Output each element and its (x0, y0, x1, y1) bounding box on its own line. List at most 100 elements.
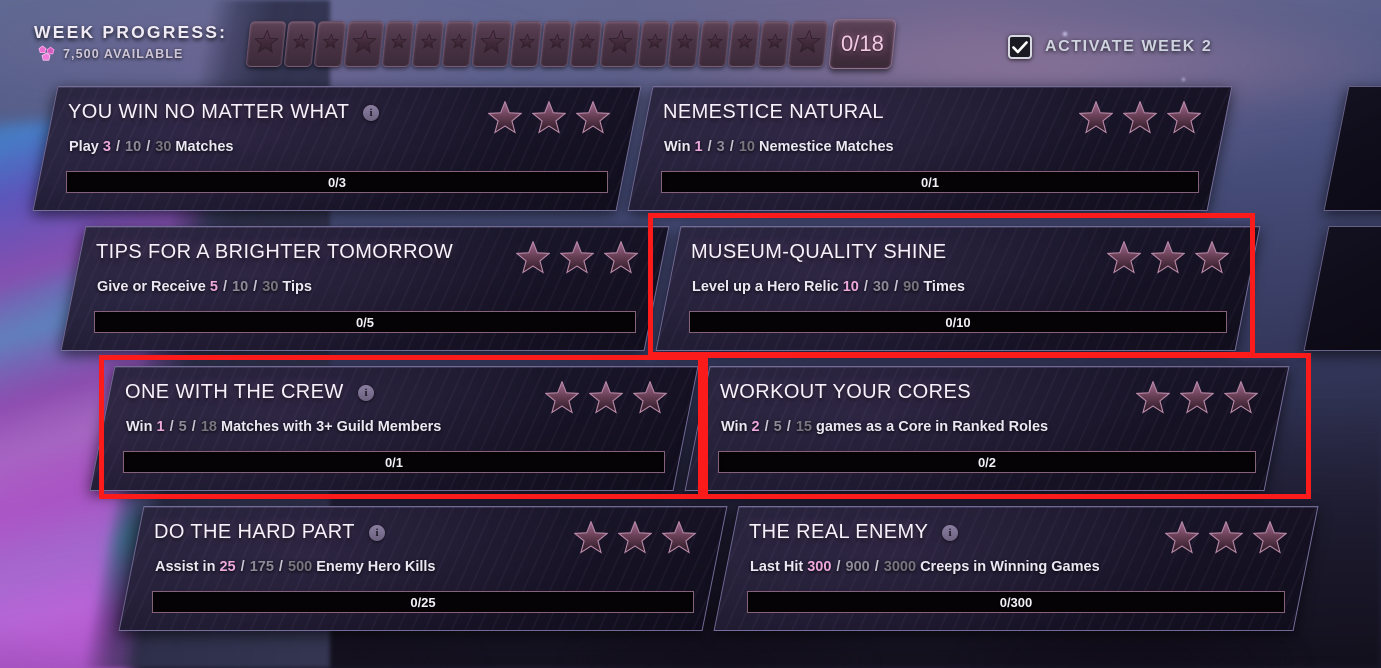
star-icon (1135, 380, 1171, 420)
quest-description: Assist in 25 / 175 / 500 Enemy Hero Kill… (155, 559, 436, 575)
desc-suffix: games as a Core in Ranked Roles (811, 419, 1049, 435)
quest-card[interactable]: WORKOUT YOUR CORES Win 2 / 5 / 15 games a… (684, 366, 1290, 491)
quest-progress-text: 0/3 (327, 174, 347, 190)
quest-card[interactable]: DO THE HARD PART i Assist in 25 / 175 / 50… (118, 506, 728, 631)
desc-suffix: Nemestice Matches (754, 139, 894, 155)
quest-card[interactable]: ONE WITH THE CREW i Win 1 / 5 / 18 Matches… (89, 366, 699, 491)
quest-progress-text: 0/2 (977, 454, 997, 470)
star-icon (661, 520, 697, 560)
star-icon (632, 380, 668, 420)
quest-tier-2-value: 10 (232, 279, 249, 295)
quest-description: Win 1 / 5 / 18 Matches with 3+ Guild Mem… (126, 419, 442, 435)
desc-prefix: Play (69, 139, 103, 155)
star-icon (573, 520, 609, 560)
quest-progress-bar: 0/10 (689, 311, 1227, 333)
quest-tier-3-value: 500 (288, 559, 313, 575)
desc-prefix: Assist in (155, 559, 220, 575)
quest-card[interactable]: THE REAL ENEMY i Last Hit 300 / 900 / 3000… (713, 506, 1319, 631)
quest-description: Win 2 / 5 / 15 games as a Core in Ranked… (721, 419, 1049, 435)
desc-prefix: Level up a Hero Relic (692, 279, 843, 295)
quest-star-rating (487, 100, 611, 140)
quest-tier-2-value: 3 (716, 139, 725, 155)
quest-tier-2-value: 5 (178, 419, 187, 435)
quest-tier-3-value: 90 (903, 279, 920, 295)
star-icon (588, 380, 624, 420)
quest-tier-2-value: 10 (125, 139, 142, 155)
quest-card[interactable]: TIPS FOR A BRIGHTER TOMORROW Give or Rece… (60, 226, 670, 351)
quest-progress-bar: 0/2 (718, 451, 1256, 473)
quest-star-rating (573, 520, 697, 560)
star-icon (1179, 380, 1215, 420)
quest-card[interactable]: MUSEUM-QUALITY SHINE Level up a Hero Reli… (655, 226, 1261, 351)
star-icon (1078, 100, 1114, 140)
quest-tier-1-value: 25 (219, 559, 236, 575)
quest-title: WORKOUT YOUR CORES (720, 381, 971, 403)
desc-suffix: Matches (171, 139, 234, 155)
desc-prefix: Win (721, 419, 752, 435)
quest-progress-bar: 0/1 (661, 171, 1199, 193)
quest-description: Give or Receive 5 / 10 / 30 Tips (97, 279, 312, 295)
quest-tier-2-value: 900 (845, 559, 870, 575)
star-icon (1164, 520, 1200, 560)
star-icon (1223, 380, 1259, 420)
quest-title: NEMESTICE NATURAL (663, 101, 884, 123)
quest-description: Last Hit 300 / 900 / 3000 Creeps in Winn… (750, 559, 1100, 575)
quest-tier-3-value: 30 (262, 279, 279, 295)
quest-star-rating (1078, 100, 1202, 140)
star-icon (487, 100, 523, 140)
info-icon[interactable]: i (369, 525, 385, 541)
star-icon (1166, 100, 1202, 140)
quest-card[interactable]: NEMESTICE NATURAL Win 1 / 3 / 10 Nemestic… (627, 86, 1233, 211)
star-icon (559, 240, 595, 280)
star-icon (1150, 240, 1186, 280)
quest-progress-text: 0/25 (410, 594, 436, 610)
quest-tier-3-value: 3000 (883, 559, 917, 575)
quest-progress-bar: 0/25 (152, 591, 694, 613)
desc-suffix: Enemy Hero Kills (312, 559, 436, 575)
quest-description: Level up a Hero Relic 10 / 30 / 90 Times (692, 279, 965, 295)
quest-star-rating (515, 240, 639, 280)
quest-progress-text: 0/1 (920, 174, 940, 190)
desc-prefix: Win (126, 419, 157, 435)
quest-progress-bar: 0/300 (747, 591, 1285, 613)
quest-star-rating (1164, 520, 1288, 560)
star-icon (515, 240, 551, 280)
star-icon (617, 520, 653, 560)
star-icon (575, 100, 611, 140)
desc-suffix: Tips (278, 279, 312, 295)
quest-tier-1-value: 3 (102, 139, 111, 155)
quest-tier-2-value: 175 (249, 559, 274, 575)
quest-progress-text: 0/10 (945, 314, 971, 330)
quest-star-rating (1135, 380, 1259, 420)
star-icon (1194, 240, 1230, 280)
quest-star-rating (1106, 240, 1230, 280)
desc-prefix: Last Hit (750, 559, 808, 575)
quest-card[interactable]: YOU WIN NO MATTER WHAT i Play 3 / 10 / 30 … (32, 86, 642, 211)
desc-suffix: Matches with 3+ Guild Members (216, 419, 442, 435)
quest-tier-3-value: 18 (200, 419, 217, 435)
quest-tier-1-value: 2 (751, 419, 760, 435)
star-icon (1122, 100, 1158, 140)
quest-progress-bar: 0/3 (66, 171, 608, 193)
quest-tier-1-value: 5 (209, 279, 218, 295)
desc-suffix: Creeps in Winning Games (916, 559, 1100, 575)
quest-progress-bar: 0/1 (123, 451, 665, 473)
star-icon (1106, 240, 1142, 280)
info-icon[interactable]: i (942, 525, 958, 541)
star-icon (1208, 520, 1244, 560)
star-icon (603, 240, 639, 280)
quest-tier-2-value: 30 (872, 279, 890, 295)
info-icon[interactable]: i (363, 105, 379, 121)
quest-tier-3-value: 15 (795, 419, 812, 435)
desc-prefix: Win (664, 139, 695, 155)
quest-tier-3-value: 30 (155, 139, 172, 155)
quest-progress-text: 0/5 (355, 314, 375, 330)
quest-tier-1-value: 1 (156, 419, 165, 435)
quest-progress-text: 0/1 (384, 454, 404, 470)
quest-title: DO THE HARD PART (154, 521, 355, 543)
info-icon[interactable]: i (358, 385, 374, 401)
star-icon (544, 380, 580, 420)
quest-progress-text: 0/300 (999, 594, 1033, 610)
quest-tier-1-value: 10 (842, 279, 859, 295)
quest-description: Play 3 / 10 / 30 Matches (69, 139, 234, 155)
